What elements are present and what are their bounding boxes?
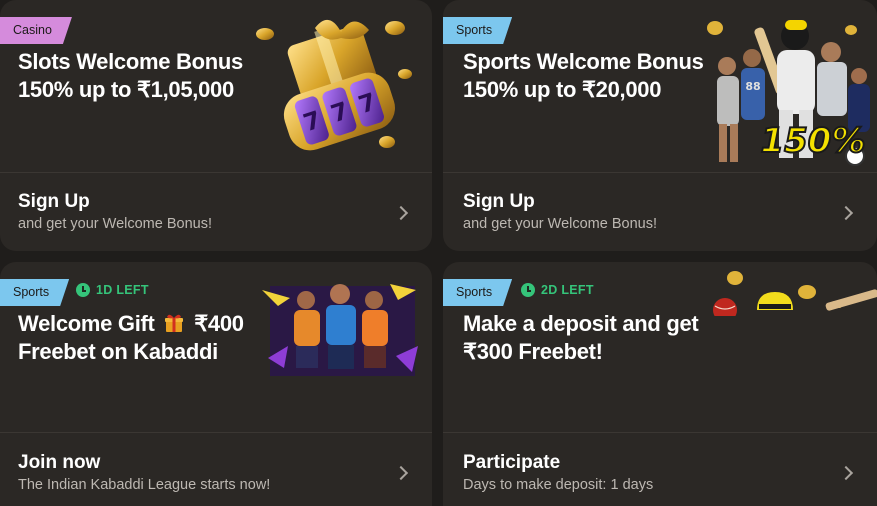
card-divider — [443, 172, 877, 173]
promo-card-slots-welcome-bonus[interactable]: Casino Slots Welcome Bonus 150% up to ₹1… — [0, 0, 432, 251]
card-divider — [443, 432, 877, 433]
card-divider — [0, 432, 432, 433]
chevron-right-icon[interactable] — [393, 465, 409, 481]
cta-subtitle: and get your Welcome Bonus! — [463, 216, 657, 232]
card-divider — [0, 172, 432, 173]
cta-title[interactable]: Sign Up — [463, 191, 535, 213]
promo-title-line1: Welcome Gift ₹400 — [18, 310, 244, 338]
promo-title: Slots Welcome Bonus 150% up to ₹1,05,000 — [18, 48, 243, 104]
category-tag-sports: Sports — [0, 279, 69, 306]
promo-title-line1: Make a deposit and get — [463, 311, 699, 336]
kabaddi-players-icon — [262, 284, 418, 376]
promo-title: Make a deposit and get ₹300 Freebet! — [463, 310, 699, 366]
cta-title[interactable]: Participate — [463, 452, 560, 474]
svg-text:88: 88 — [745, 80, 760, 93]
promo-title-amount: ₹400 — [194, 311, 244, 336]
cta-subtitle: and get your Welcome Bonus! — [18, 216, 212, 232]
category-tag-sports: Sports — [443, 279, 512, 306]
chevron-right-icon[interactable] — [838, 465, 854, 481]
promo-card-kabaddi-freebet[interactable]: Sports 1D LEFT Welcome Gift ₹400 Freebet… — [0, 262, 432, 506]
category-tag-casino: Casino — [0, 17, 72, 44]
promo-title-line2: 150% up to ₹1,05,000 — [18, 77, 234, 102]
countdown-timer: 2D LEFT — [521, 283, 594, 297]
cricket-ball-helmet-icon — [705, 271, 877, 316]
promo-title-line1-text: Welcome Gift — [18, 311, 155, 336]
promo-title-line1: Slots Welcome Bonus — [18, 49, 243, 74]
promo-card-deposit-freebet[interactable]: Sports 2D LEFT Make a deposit and get ₹3… — [443, 262, 877, 506]
bonus-percent-badge: 150% — [760, 121, 865, 161]
promo-title-line2: 150% up to ₹20,000 — [463, 77, 662, 102]
countdown-timer: 1D LEFT — [76, 283, 149, 297]
countdown-label: 2D LEFT — [541, 283, 594, 297]
gift-slot-777-icon: 7 7 7 — [256, 19, 412, 151]
promo-title-line2: Freebet on Kabaddi — [18, 339, 218, 364]
clock-icon — [76, 283, 90, 297]
countdown-label: 1D LEFT — [96, 283, 149, 297]
promo-title-line1: Sports Welcome Bonus — [463, 49, 704, 74]
sports-players-icon: 88 150% — [707, 20, 870, 166]
cta-subtitle: The Indian Kabaddi League starts now! — [18, 477, 271, 493]
promo-title: Welcome Gift ₹400 Freebet on Kabaddi — [18, 310, 244, 366]
cta-title[interactable]: Join now — [18, 452, 100, 474]
cta-subtitle: Days to make deposit: 1 days — [463, 477, 654, 493]
category-tag-sports: Sports — [443, 17, 512, 44]
promo-title: Sports Welcome Bonus 150% up to ₹20,000 — [463, 48, 704, 104]
clock-icon — [521, 283, 535, 297]
cta-title[interactable]: Sign Up — [18, 191, 90, 213]
promo-card-sports-welcome-bonus[interactable]: Sports Sports Welcome Bonus 150% up to ₹… — [443, 0, 877, 251]
chevron-right-icon[interactable] — [393, 205, 409, 221]
promo-title-line2: ₹300 Freebet! — [463, 339, 603, 364]
gift-icon — [165, 314, 184, 332]
chevron-right-icon[interactable] — [838, 205, 854, 221]
